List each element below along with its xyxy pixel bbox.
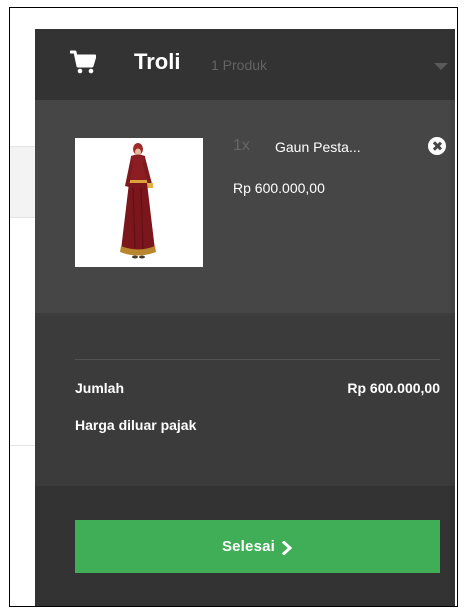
dress-illustration	[75, 138, 203, 267]
page-frame: Troli 1 Produk 1x Gaun Pesta... Rp 600.0…	[9, 7, 458, 607]
total-label: Jumlah	[75, 380, 125, 396]
product-name-link[interactable]: Gaun Pesta...	[275, 139, 361, 155]
item-quantity: 1x	[233, 137, 250, 154]
checkout-button[interactable]: Selesai	[75, 520, 440, 573]
tax-note: Harga diluar pajak	[75, 417, 197, 433]
cart-summary: Jumlah Rp 600.000,00 Harga diluar pajak	[35, 316, 455, 486]
shopping-cart-icon	[70, 50, 96, 74]
cart-title: Troli	[134, 49, 181, 74]
cart-header[interactable]: Troli 1 Produk	[35, 29, 455, 100]
chevron-down-icon[interactable]	[434, 63, 448, 70]
cart-count: 1 Produk	[211, 57, 268, 73]
cart-footer: Selesai	[35, 486, 455, 606]
cart-panel: Troli 1 Produk 1x Gaun Pesta... Rp 600.0…	[35, 29, 455, 606]
product-image[interactable]	[75, 138, 203, 267]
close-circle-icon[interactable]	[428, 137, 446, 155]
item-price: Rp 600.000,00	[233, 180, 325, 196]
summary-divider	[75, 359, 440, 360]
total-value: Rp 600.000,00	[347, 380, 440, 396]
checkout-label: Selesai	[221, 538, 276, 555]
chevron-right-icon	[281, 540, 293, 555]
cart-item: 1x Gaun Pesta... Rp 600.000,00	[35, 100, 455, 313]
